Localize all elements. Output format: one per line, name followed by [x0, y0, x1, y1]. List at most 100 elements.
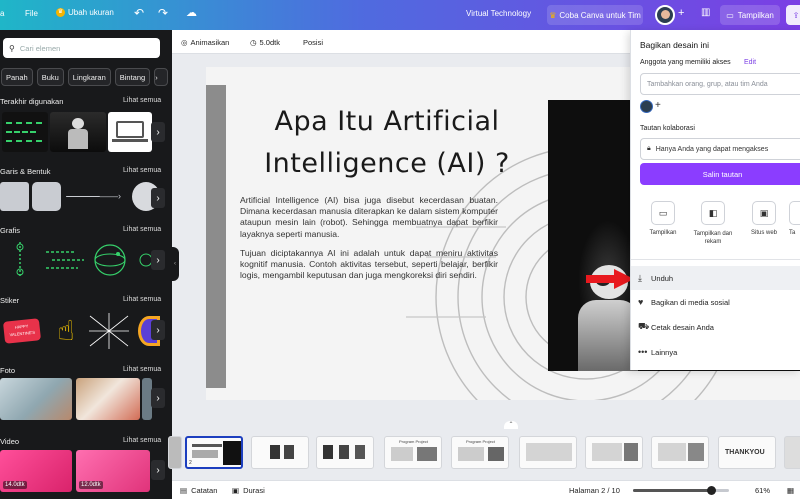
page-thumb-2[interactable]: 2	[185, 436, 243, 469]
add-member-icon[interactable]: +	[655, 100, 661, 111]
next-arrow-shapes[interactable]: ›	[151, 188, 165, 208]
page-thumb-3[interactable]	[251, 436, 309, 469]
next-arrow-stickers[interactable]: ›	[151, 320, 165, 340]
see-all-stickers[interactable]: Lihat semua	[123, 296, 161, 303]
pages-view-icon[interactable]: ▦	[787, 486, 794, 495]
video-duration-1: 14.0dtk	[3, 481, 27, 489]
avatar[interactable]	[655, 5, 675, 25]
photo-laptop-hands[interactable]	[76, 378, 140, 420]
see-all-lines-shapes[interactable]: Lihat semua	[123, 167, 161, 174]
recent-item-robot[interactable]	[50, 112, 106, 152]
file-menu[interactable]: File	[25, 9, 38, 18]
duration-toggle[interactable]: ▣ Durasi	[232, 486, 265, 495]
option-present-record[interactable]: ◧ Tampilkan dan rekam	[693, 201, 733, 246]
duration-label: 5.0dtk	[259, 38, 280, 47]
search-icon: ⚲	[9, 43, 15, 53]
insights-icon[interactable]: ▥	[701, 7, 710, 18]
page-thumb-1[interactable]	[168, 436, 182, 469]
resize-button[interactable]: ♛ Ubah ukuran	[56, 8, 114, 17]
menu-social[interactable]: ♥ Bagikan di media sosial	[631, 290, 800, 314]
next-arrow-graphics[interactable]: ›	[151, 250, 165, 270]
video-pink-1[interactable]: 14.0dtk	[0, 450, 72, 492]
photo-desk-work[interactable]	[0, 378, 72, 420]
filter-chips: Panah Buku Lingkaran Bintang ›	[0, 68, 169, 86]
option-partial[interactable]: Ta	[789, 201, 800, 236]
crown-icon: ♛	[56, 8, 65, 17]
duration-button[interactable]: ◷ 5.0dtk	[250, 38, 280, 47]
zoom-slider[interactable]	[633, 486, 729, 495]
chip-panah[interactable]: Panah	[1, 68, 33, 86]
shape-line[interactable]	[66, 196, 100, 197]
download-icon: ⤓	[638, 272, 642, 283]
elements-panel: ⚲ Cari elemen Panah Buku Lingkaran Binta…	[0, 30, 172, 499]
page-indicator[interactable]: Halaman 2 / 10	[569, 486, 620, 495]
home-button[interactable]: a	[0, 9, 6, 18]
chip-bintang[interactable]: Bintang	[114, 68, 151, 86]
design-title[interactable]: Virtual Technology	[466, 9, 531, 18]
option-website[interactable]: ▣ Situs web	[744, 201, 784, 236]
see-all-recent[interactable]: Lihat semua	[123, 97, 161, 104]
animate-button[interactable]: ◎ Animasikan	[181, 38, 229, 47]
edit-members-link[interactable]: Edit	[744, 59, 756, 66]
section-title-recent: Terakhir digunakan	[0, 97, 64, 106]
undo-icon[interactable]: ↶	[134, 6, 144, 20]
page-thumb-add[interactable]	[784, 436, 800, 469]
page-thumb-8[interactable]	[585, 436, 643, 469]
photos-row: ›	[0, 378, 172, 420]
notes-label: Catatan	[191, 486, 218, 495]
zoom-level[interactable]: 61%	[755, 486, 770, 495]
shape-square[interactable]	[0, 182, 29, 211]
page-thumb-7[interactable]	[519, 436, 577, 469]
page-thumb-5[interactable]: Program Project	[384, 436, 442, 469]
present-button[interactable]: ▭ Tampilkan	[720, 5, 780, 25]
graphic-globe[interactable]	[88, 238, 132, 282]
zoom-slider-knob[interactable]	[707, 486, 716, 495]
copy-link-button[interactable]: Salin tautan	[640, 163, 800, 185]
next-arrow-photos[interactable]: ›	[151, 388, 165, 408]
see-all-graphics[interactable]: Lihat semua	[123, 226, 161, 233]
shape-rounded-square[interactable]	[32, 182, 61, 211]
next-arrow-videos[interactable]: ›	[151, 460, 165, 480]
chip-more[interactable]: ›	[154, 68, 169, 86]
redo-icon[interactable]: ↷	[158, 6, 168, 20]
shape-arrow-line[interactable]: ——›	[100, 190, 130, 202]
next-arrow-recent[interactable]: ›	[151, 122, 165, 142]
cloud-save-icon[interactable]: ☁	[186, 6, 197, 19]
strip-collapse-handle[interactable]: ⌃	[504, 421, 518, 429]
notes-button[interactable]: ▤ Catatan	[180, 486, 217, 495]
menu-download[interactable]: ⤓ Unduh	[631, 266, 800, 290]
member-avatar[interactable]	[640, 100, 653, 113]
sticker-starburst[interactable]	[88, 312, 130, 350]
chip-buku[interactable]: Buku	[36, 68, 64, 86]
collapse-panel-handle[interactable]: ‹	[171, 247, 179, 281]
search-input[interactable]: ⚲ Cari elemen	[3, 38, 160, 58]
recent-item-lines[interactable]	[2, 112, 48, 152]
page-thumb-10[interactable]: THANKYOU	[718, 436, 776, 469]
sticker-valentines[interactable]: HAPPY VALENTINE'S	[2, 318, 42, 344]
try-canva-teams-button[interactable]: ♛ Coba Canva untuk Tim	[547, 5, 643, 25]
position-button[interactable]: Posisi	[303, 38, 323, 47]
graphic-circuit-lines[interactable]	[44, 238, 88, 282]
page-thumb-9[interactable]	[651, 436, 709, 469]
see-all-videos[interactable]: Lihat semua	[123, 437, 161, 444]
add-people-input[interactable]: Tambahkan orang, grup, atau tim Anda	[640, 73, 800, 95]
chip-lingkaran[interactable]: Lingkaran	[67, 68, 111, 86]
sticker-hand-pointer[interactable]: ☝	[50, 312, 82, 350]
menu-more[interactable]: ••• Lainnya	[631, 340, 800, 364]
see-all-photos[interactable]: Lihat semua	[123, 366, 161, 373]
page-thumb-4[interactable]	[316, 436, 374, 469]
add-member-icon[interactable]: +	[678, 7, 684, 19]
video-pink-2[interactable]: 12.0dtk	[76, 450, 150, 492]
green-line	[6, 122, 42, 124]
slide-paragraph-2[interactable]: Tujuan diciptakannya AI ini adalah untuk…	[240, 248, 498, 282]
page-thumb-6[interactable]: Program Project	[451, 436, 509, 469]
recent-item-laptop[interactable]	[108, 112, 152, 152]
laptop-base	[112, 139, 148, 142]
slide-title[interactable]: Apa Itu Artificial Intelligence (AI) ?	[226, 101, 548, 185]
slide-paragraph-1[interactable]: Artificial Intelligence (AI) bisa juga d…	[240, 195, 498, 240]
link-access-select[interactable]: 🔒︎ Hanya Anda yang dapat mengakses	[640, 138, 800, 160]
graphic-network[interactable]	[3, 238, 37, 282]
menu-print[interactable]: ⛟ Cetak desain Anda	[631, 315, 800, 339]
share-button[interactable]: ⇪	[786, 5, 800, 25]
option-present[interactable]: ▭ Tampilkan	[643, 201, 683, 236]
